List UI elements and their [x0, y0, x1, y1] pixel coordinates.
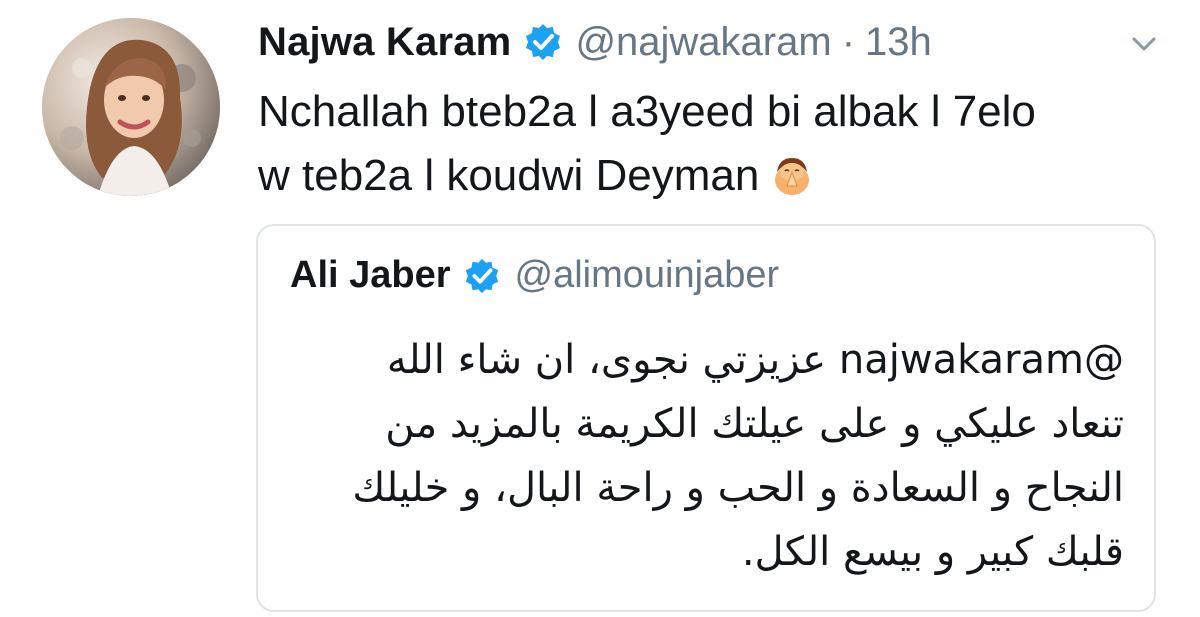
author-handle[interactable]: @najwakaram	[575, 20, 831, 65]
quoted-text-line: @najwakaram عزيزتي نجوى، ان شاء الله	[386, 337, 1124, 383]
quoted-tweet-text: @najwakaram عزيزتي نجوى، ان شاء الله تنع…	[284, 328, 1124, 584]
quoted-tweet-header: Ali Jaber @alimouinjaber	[290, 254, 779, 297]
quoted-author-handle: @alimouinjaber	[514, 254, 780, 296]
verified-badge-icon	[523, 22, 563, 62]
tweet-text-line: Nchallah bteb2a l a3yeed bi albak l 7elo	[258, 87, 1036, 136]
quoted-text-line: قلبك كبير و بيسع الكل.	[741, 529, 1124, 575]
avatar-photo	[42, 18, 220, 196]
tweet-text: Nchallah bteb2a l a3yeed bi albak l 7elo…	[258, 80, 1158, 208]
quoted-text-line: تنعاد عليكي و على عيلتك الكريمة بالمزيد …	[385, 401, 1124, 447]
person-praying-emoji-icon	[771, 150, 813, 195]
chevron-down-icon[interactable]	[1128, 28, 1160, 60]
tweet-header: Najwa Karam @najwakaram · 13h	[258, 14, 932, 70]
tweet-timestamp[interactable]: 13h	[865, 20, 932, 65]
avatar[interactable]	[42, 18, 220, 196]
tweet-text-line: w teb2a l koudwi Deyman	[258, 144, 1158, 208]
author-name[interactable]: Najwa Karam	[258, 20, 511, 65]
quoted-author-name: Ali Jaber	[290, 254, 451, 296]
quoted-tweet[interactable]: Ali Jaber @alimouinjaber @najwakaram عزي…	[256, 224, 1156, 612]
tweet: Najwa Karam @najwakaram · 13h Nchallah b…	[0, 0, 1200, 617]
header-separator: ·	[841, 19, 856, 64]
tweet-text-line-content: w teb2a l koudwi Deyman	[258, 151, 760, 200]
quoted-text-line: النجاح و السعادة و الحب و راحة البال، و …	[352, 465, 1124, 511]
verified-badge-icon	[463, 257, 501, 295]
